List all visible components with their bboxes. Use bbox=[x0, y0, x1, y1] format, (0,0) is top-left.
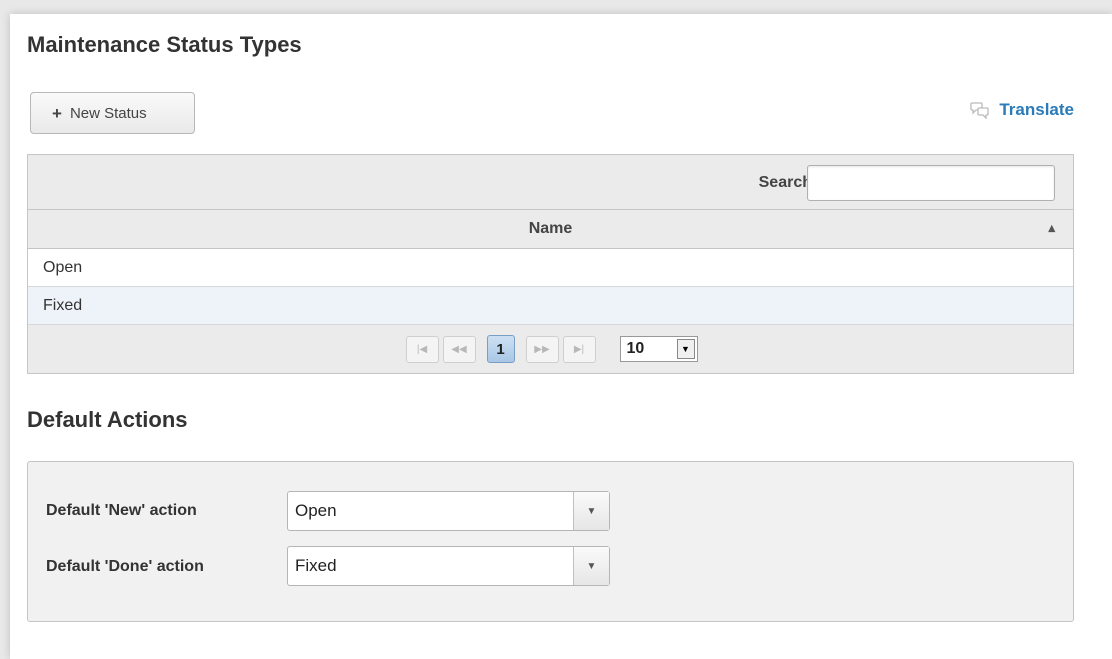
status-table: Search Name ▴ Open Fixed |◀ ◀◀ 1 ▶▶ ▶| 1… bbox=[27, 154, 1074, 374]
search-input[interactable] bbox=[807, 165, 1055, 201]
default-actions-title: Default Actions bbox=[27, 407, 188, 432]
name-column-header[interactable]: Name ▴ bbox=[28, 210, 1073, 249]
name-column-label: Name bbox=[528, 220, 573, 237]
chevron-down-icon[interactable]: ▼ bbox=[573, 492, 609, 530]
new-status-label: New Status bbox=[69, 104, 147, 122]
next-page-icon[interactable]: ▶▶ bbox=[525, 335, 559, 363]
default-new-action-label: Default 'New' action bbox=[46, 502, 197, 519]
rows-per-page-select[interactable]: 10 ▼ bbox=[619, 336, 698, 362]
chevron-down-icon[interactable]: ▼ bbox=[573, 547, 609, 585]
chevron-down-icon[interactable]: ▼ bbox=[676, 339, 695, 359]
translate-link[interactable]: Translate bbox=[970, 100, 1074, 120]
first-page-icon[interactable]: |◀ bbox=[405, 335, 439, 363]
translate-label: Translate bbox=[999, 100, 1074, 119]
page-container: Maintenance Status Types + New Status Tr… bbox=[10, 14, 1112, 659]
table-row[interactable]: Open bbox=[28, 249, 1073, 287]
default-done-action-label: Default 'Done' action bbox=[46, 558, 204, 575]
sort-icon[interactable]: ▴ bbox=[1048, 220, 1055, 236]
plus-icon: + bbox=[52, 103, 62, 123]
table-toolbar: Search bbox=[28, 155, 1073, 210]
table-row[interactable]: Fixed bbox=[28, 287, 1073, 325]
translate-icon bbox=[970, 102, 989, 119]
default-actions-panel: Default 'New' action Open ▼ Default 'Don… bbox=[27, 461, 1074, 622]
default-done-action-select[interactable]: Fixed ▼ bbox=[287, 546, 610, 586]
rows-per-page-value: 10 bbox=[626, 340, 645, 357]
page-number-button[interactable]: 1 bbox=[486, 335, 515, 363]
last-page-icon[interactable]: ▶| bbox=[562, 335, 596, 363]
default-done-action-value: Fixed bbox=[295, 556, 337, 575]
default-new-action-value: Open bbox=[295, 501, 337, 520]
prev-page-icon[interactable]: ◀◀ bbox=[442, 335, 476, 363]
default-new-action-select[interactable]: Open ▼ bbox=[287, 491, 610, 531]
page-title: Maintenance Status Types bbox=[27, 32, 302, 57]
paginator: |◀ ◀◀ 1 ▶▶ ▶| 10 ▼ bbox=[28, 325, 1073, 373]
new-status-button[interactable]: + New Status bbox=[30, 92, 195, 134]
search-label: Search bbox=[758, 174, 812, 191]
